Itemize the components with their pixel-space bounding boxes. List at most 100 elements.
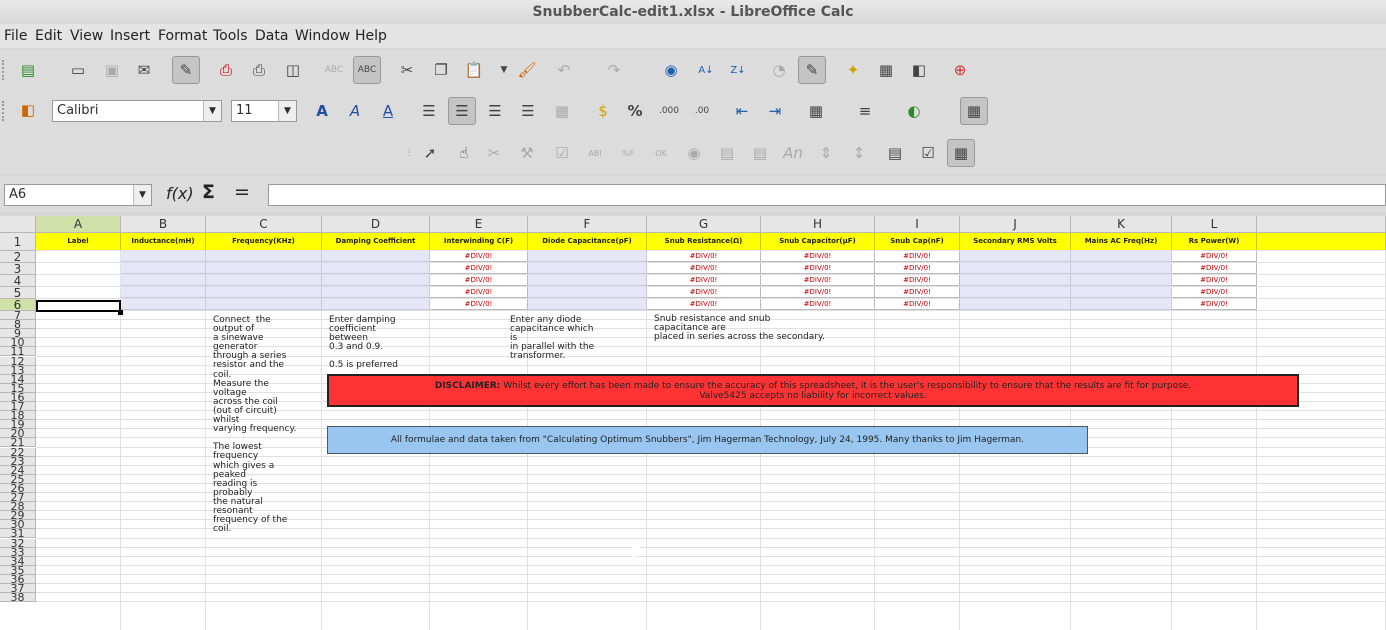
row-header-15[interactable]: 15 [0, 383, 36, 393]
error-cell[interactable]: #DIV/0! [875, 287, 960, 298]
formula-input[interactable] [268, 184, 1386, 206]
row-header-21[interactable]: 21 [0, 438, 36, 448]
error-cell[interactable]: #DIV/0! [647, 287, 761, 298]
column-header-g[interactable]: G [647, 216, 761, 233]
error-cell[interactable]: #DIV/0! [875, 263, 960, 274]
option-button-icon[interactable]: ◉ [680, 139, 708, 167]
input-cell[interactable] [121, 251, 206, 262]
align-center-icon[interactable]: ☰ [448, 97, 476, 125]
input-cell[interactable] [322, 275, 430, 286]
decrease-indent-icon[interactable]: ⇤ [728, 97, 756, 125]
name-box[interactable]: A6 ▼ [4, 184, 152, 206]
header-cell-m[interactable] [1257, 233, 1386, 250]
bold-icon[interactable]: A [308, 97, 336, 125]
input-cell[interactable] [206, 299, 322, 310]
column-header-b[interactable]: B [121, 216, 206, 233]
header-cell-c[interactable]: Frequency(KHz) [206, 233, 322, 250]
row-header-3[interactable]: 3 [0, 263, 36, 275]
row-header-28[interactable]: 28 [0, 502, 36, 512]
row-header-13[interactable]: 13 [0, 365, 36, 375]
border-style-icon[interactable]: ≡ [851, 97, 879, 125]
input-cell[interactable] [206, 263, 322, 274]
input-cell[interactable] [528, 251, 647, 262]
increase-indent-icon[interactable]: ⇥ [761, 97, 789, 125]
row-header-25[interactable]: 25 [0, 474, 36, 484]
autospellcheck-icon[interactable]: ABC [353, 56, 381, 84]
column-header-e[interactable]: E [430, 216, 528, 233]
row-header-38[interactable]: 38 [0, 593, 36, 603]
input-cell[interactable] [1071, 263, 1172, 274]
row-header-29[interactable]: 29 [0, 511, 36, 521]
row-header-17[interactable]: 17 [0, 402, 36, 412]
align-left-icon[interactable]: ☰ [415, 97, 443, 125]
row-header-16[interactable]: 16 [0, 392, 36, 402]
sort-descending-icon[interactable]: Z↓ [724, 56, 752, 84]
cut-icon[interactable]: ✂ [393, 56, 421, 84]
row-header-23[interactable]: 23 [0, 456, 36, 466]
input-cell[interactable] [528, 275, 647, 286]
error-cell[interactable]: #DIV/0! [875, 299, 960, 310]
control-properties-icon[interactable]: ⚒ [513, 139, 541, 167]
header-cell-a[interactable]: Label [36, 233, 121, 250]
undo-icon[interactable]: ↶ [550, 56, 578, 84]
column-header-a[interactable]: A [36, 216, 121, 233]
spellcheck-icon[interactable]: ABC [320, 56, 348, 84]
email-icon[interactable]: ✉ [130, 56, 158, 84]
error-cell[interactable]: #DIV/0! [875, 275, 960, 286]
error-cell[interactable]: #DIV/0! [647, 299, 761, 310]
row-header-9[interactable]: 9 [0, 329, 36, 339]
borders-icon[interactable]: ▦ [802, 97, 830, 125]
spin-button-icon[interactable]: ⇕ [812, 139, 840, 167]
row-header-10[interactable]: 10 [0, 338, 36, 348]
header-cell-h[interactable]: Snub Capacitor(µF) [761, 233, 875, 250]
input-cell[interactable] [322, 263, 430, 274]
menu-format[interactable]: Format [158, 28, 207, 44]
input-cell[interactable] [206, 275, 322, 286]
row-header-5[interactable]: 5 [0, 287, 36, 299]
open-folder-icon[interactable]: ▭ [64, 56, 92, 84]
font-name-box[interactable]: Calibri ▼ [52, 100, 222, 122]
merge-cells-icon[interactable]: ▦ [548, 97, 576, 125]
input-cell[interactable] [960, 251, 1071, 262]
row-header-32[interactable]: 32 [0, 538, 36, 548]
error-cell[interactable]: #DIV/0! [761, 275, 875, 286]
add-decimal-icon[interactable]: .00 [688, 97, 716, 125]
new-document-icon[interactable]: ▤ [14, 56, 42, 84]
column-header-l[interactable]: L [1172, 216, 1257, 233]
menu-window[interactable]: Window [295, 28, 350, 44]
menu-file[interactable]: File [4, 28, 27, 44]
column-header-h[interactable]: H [761, 216, 875, 233]
input-cell[interactable] [322, 287, 430, 298]
clone-formatting-icon[interactable]: 🖌 [513, 56, 541, 84]
row-header-26[interactable]: 26 [0, 483, 36, 493]
menu-insert[interactable]: Insert [110, 28, 150, 44]
row-header-31[interactable]: 31 [0, 529, 36, 539]
standard-format-icon[interactable]: .000 [655, 97, 683, 125]
row-header-33[interactable]: 33 [0, 547, 36, 557]
background-color-icon[interactable]: ◐ [900, 97, 928, 125]
list-box-icon[interactable]: ▤ [713, 139, 741, 167]
print-icon[interactable]: ⎙ [245, 56, 273, 84]
input-cell[interactable] [206, 251, 322, 262]
header-cell-e[interactable]: Interwinding C(F) [430, 233, 528, 250]
combo-box-icon[interactable]: ▤ [746, 139, 774, 167]
error-cell[interactable]: #DIV/0! [1172, 263, 1257, 274]
header-cell-l[interactable]: Rs Power(W) [1172, 233, 1257, 250]
scrollbar-icon[interactable]: ↕ [845, 139, 873, 167]
save-icon[interactable]: ▣ [98, 56, 126, 84]
sum-icon[interactable]: Σ [202, 181, 215, 203]
menu-view[interactable]: View [70, 28, 103, 44]
error-cell[interactable]: #DIV/0! [430, 251, 528, 262]
header-cell-i[interactable]: Snub Cap(nF) [875, 233, 960, 250]
select-pointer-icon[interactable]: ➚ [416, 139, 444, 167]
design-mode-icon[interactable]: ✂ [480, 139, 508, 167]
error-cell[interactable]: #DIV/0! [430, 275, 528, 286]
chevron-down-icon[interactable]: ▼ [203, 101, 221, 121]
form-properties-icon[interactable]: ▤ [881, 139, 909, 167]
justify-icon[interactable]: ☰ [514, 97, 542, 125]
header-cell-j[interactable]: Secondary RMS Volts [960, 233, 1071, 250]
checkbox-icon[interactable]: ☑ [548, 139, 576, 167]
row-header-7[interactable]: 7 [0, 311, 36, 321]
draw-functions-icon[interactable]: ✎ [798, 56, 826, 84]
error-cell[interactable]: #DIV/0! [430, 299, 528, 310]
